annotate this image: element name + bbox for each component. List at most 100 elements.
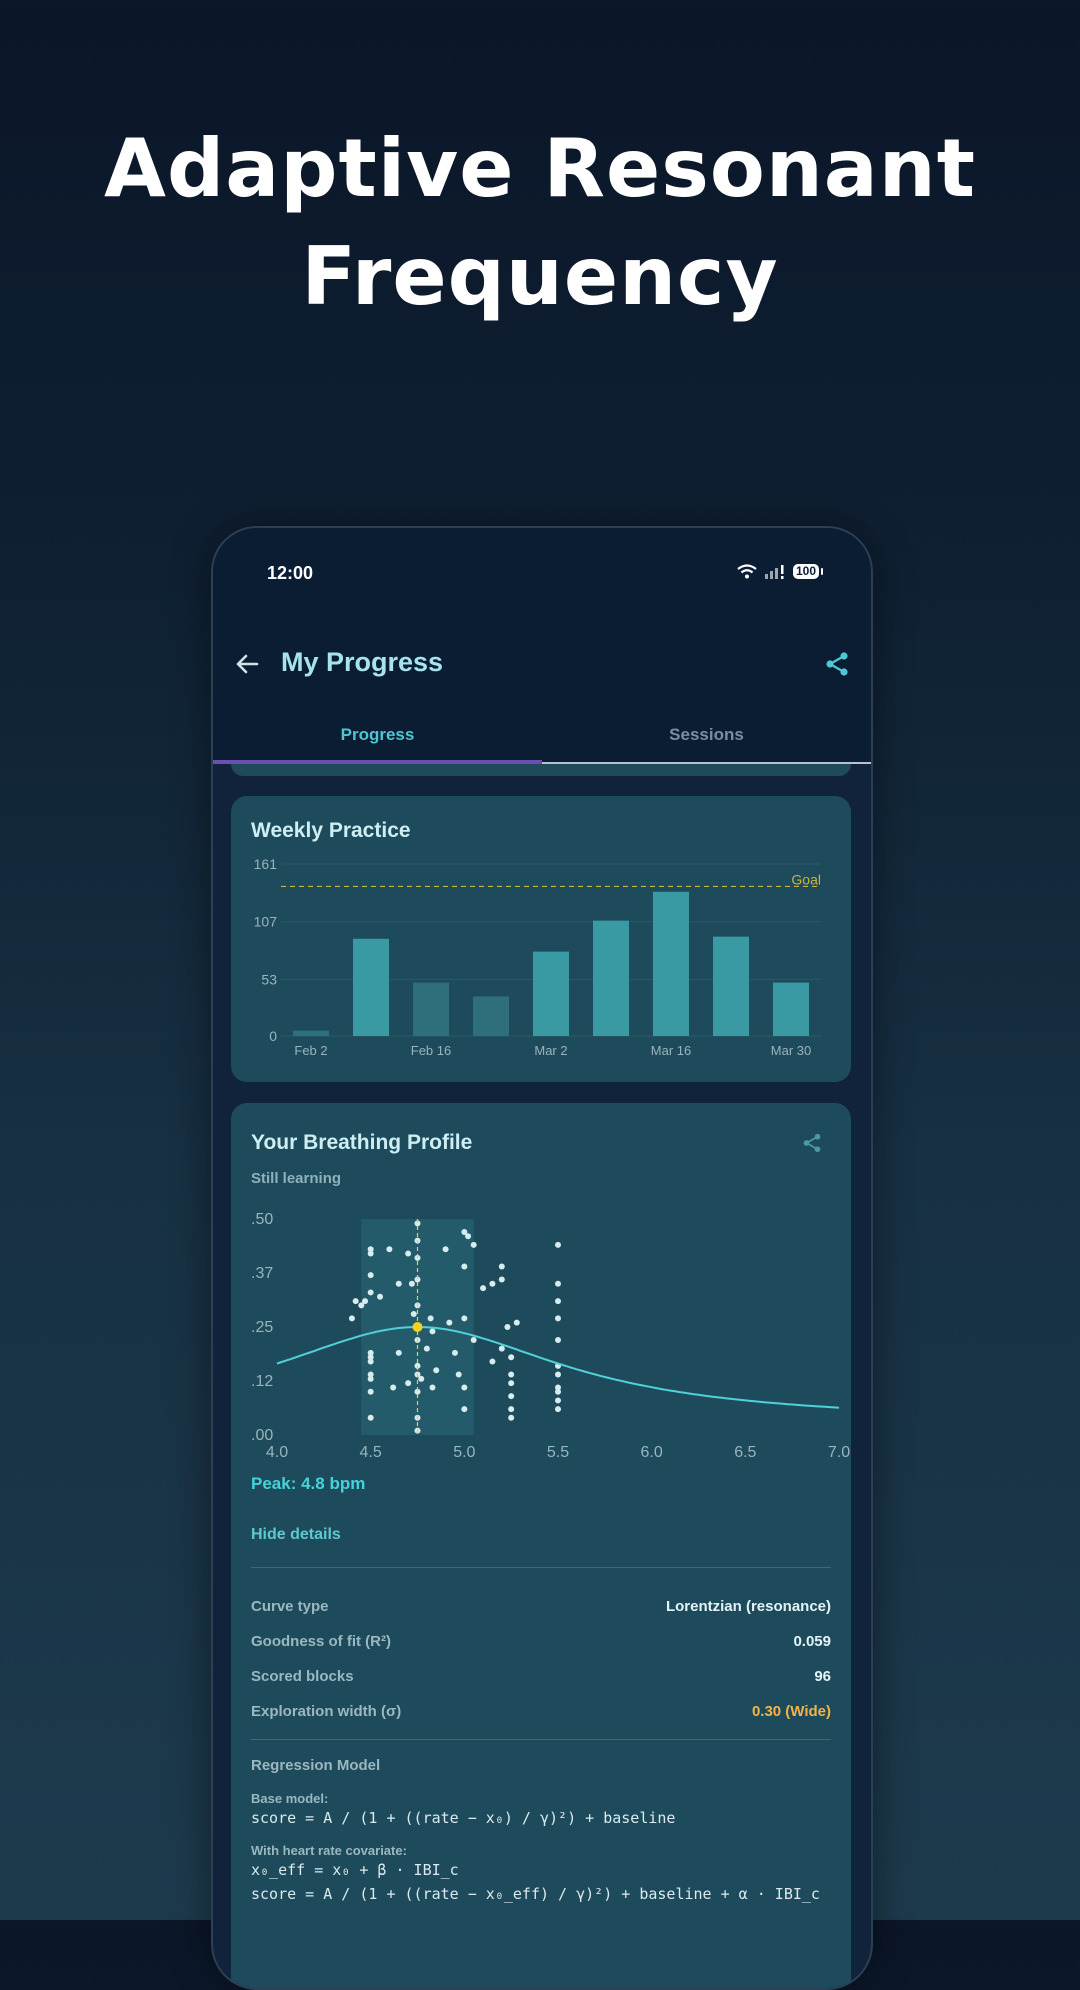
- y-tick-label: .00: [251, 1427, 273, 1444]
- bar: [653, 891, 689, 1036]
- status-icons: 100: [737, 564, 824, 579]
- page-title: My Progress: [281, 647, 444, 677]
- app-header: 12:00 100 My Progress Progress Sessions: [213, 528, 871, 764]
- detail-value: Lorentzian (resonance): [665, 1598, 831, 1615]
- x-tick-label: 5.0: [453, 1444, 475, 1461]
- data-point: [513, 1319, 520, 1326]
- learning-status: Still learning: [251, 1170, 342, 1187]
- data-point: [429, 1384, 436, 1391]
- data-point: [367, 1388, 374, 1395]
- weekly-practice-chart: 0 53 107 161 Goal Feb 2 Feb 16 Mar 2 Mar 16 Mar…: [254, 856, 821, 1058]
- x-tick-label: Feb 2: [294, 1043, 327, 1058]
- data-point: [377, 1293, 384, 1300]
- data-point: [367, 1289, 374, 1296]
- data-point: [348, 1315, 355, 1322]
- status-time: 12:00: [267, 563, 314, 583]
- data-point: [442, 1246, 449, 1253]
- data-point: [555, 1315, 561, 1322]
- data-point: [508, 1380, 515, 1387]
- data-point: [423, 1345, 430, 1352]
- detail-value: 96: [814, 1668, 831, 1685]
- bar: [413, 982, 449, 1036]
- y-tick-label: .12: [251, 1373, 273, 1390]
- detail-row-goodness-of-fit: Goodness of fit (R²) 0.059: [251, 1633, 831, 1650]
- data-point: [504, 1324, 511, 1330]
- data-point: [489, 1358, 496, 1365]
- bar: [473, 996, 509, 1036]
- data-point: [461, 1263, 468, 1270]
- breathing-profile-title: Your Breathing Profile: [251, 1131, 473, 1154]
- data-point: [489, 1280, 496, 1287]
- covariate-label: With heart rate covariate:: [251, 1843, 407, 1858]
- x-tick-label: 4.0: [266, 1444, 288, 1461]
- hide-details-link[interactable]: Hide details: [251, 1526, 341, 1544]
- data-point: [470, 1336, 477, 1343]
- covariate-formula-1: x₀_eff = x₀ + β · IBI_c: [251, 1861, 459, 1879]
- back-arrow-icon[interactable]: [233, 650, 261, 678]
- data-point: [555, 1397, 561, 1404]
- peak-value: Peak: 4.8 bpm: [251, 1474, 366, 1493]
- x-tick-label: Mar 16: [651, 1043, 691, 1058]
- tab-sessions[interactable]: Sessions: [542, 716, 871, 764]
- y-tick-label: 107: [254, 914, 278, 930]
- data-point: [433, 1367, 440, 1374]
- data-point: [367, 1250, 374, 1257]
- tab-progress[interactable]: Progress: [213, 716, 542, 764]
- data-point: [555, 1388, 561, 1395]
- x-tick-label: 7.0: [828, 1444, 850, 1461]
- details-divider: [251, 1567, 831, 1568]
- data-point: [367, 1272, 374, 1279]
- data-point: [470, 1241, 477, 1248]
- data-point: [461, 1315, 468, 1322]
- data-point: [427, 1315, 434, 1322]
- data-point: [352, 1298, 359, 1305]
- goal-label: Goal: [791, 871, 821, 887]
- data-point: [367, 1358, 374, 1365]
- data-point: [508, 1414, 515, 1421]
- data-point: [408, 1280, 415, 1287]
- y-tick-label: .25: [251, 1319, 273, 1336]
- profile-share-icon[interactable]: [801, 1132, 823, 1154]
- data-point: [555, 1336, 561, 1343]
- data-point: [405, 1380, 412, 1387]
- data-point: [555, 1406, 561, 1413]
- detail-label: Goodness of fit (R²): [251, 1633, 391, 1650]
- breathing-profile-chart: .00 .12 .25 .37 .50 4.0 4.5 5.0 5.5 6.0 6.5 7.0: [251, 1211, 850, 1461]
- y-tick-label: .37: [251, 1265, 273, 1282]
- covariate-formula-2: score = A / (1 + ((rate − x₀_eff) / γ)²)…: [251, 1885, 820, 1903]
- regression-heading: Regression Model: [251, 1757, 381, 1774]
- data-point: [446, 1319, 453, 1326]
- data-point: [498, 1276, 505, 1283]
- data-point: [367, 1414, 374, 1421]
- data-point: [405, 1250, 412, 1257]
- x-tick-label: 5.5: [547, 1444, 569, 1461]
- y-tick-label: 53: [261, 971, 277, 987]
- data-point: [429, 1328, 436, 1335]
- data-point: [555, 1298, 561, 1305]
- base-formula: score = A / (1 + ((rate − x₀) / γ)²) + b…: [251, 1809, 676, 1827]
- detail-label: Exploration width (σ): [251, 1703, 402, 1720]
- base-model-label: Base model:: [251, 1791, 329, 1806]
- data-point: [410, 1311, 417, 1318]
- data-point: [395, 1349, 402, 1356]
- x-tick-label: 6.5: [734, 1444, 756, 1461]
- data-point: [418, 1375, 425, 1382]
- bar: [593, 920, 629, 1036]
- data-point: [386, 1246, 393, 1253]
- wifi-icon: [737, 564, 757, 579]
- data-point: [498, 1345, 505, 1352]
- detail-row-exploration-width: Exploration width (σ) 0.30 (Wide): [251, 1703, 831, 1720]
- x-tick-label: Feb 16: [411, 1043, 451, 1058]
- data-point: [395, 1280, 402, 1287]
- y-tick-label: .50: [251, 1211, 273, 1228]
- data-point: [362, 1298, 369, 1305]
- share-icon[interactable]: [823, 650, 851, 678]
- scroll-content[interactable]: Weekly Practice 0 53 107 161 Goal Feb 2 Feb …: [213, 764, 871, 1988]
- hero-title-line-2: Frequency: [301, 230, 779, 323]
- data-point: [508, 1393, 515, 1400]
- bar: [353, 938, 389, 1036]
- detail-value: 0.30 (Wide): [751, 1703, 831, 1720]
- data-point: [461, 1406, 468, 1413]
- peak-marker: [412, 1322, 423, 1332]
- data-point: [498, 1263, 505, 1270]
